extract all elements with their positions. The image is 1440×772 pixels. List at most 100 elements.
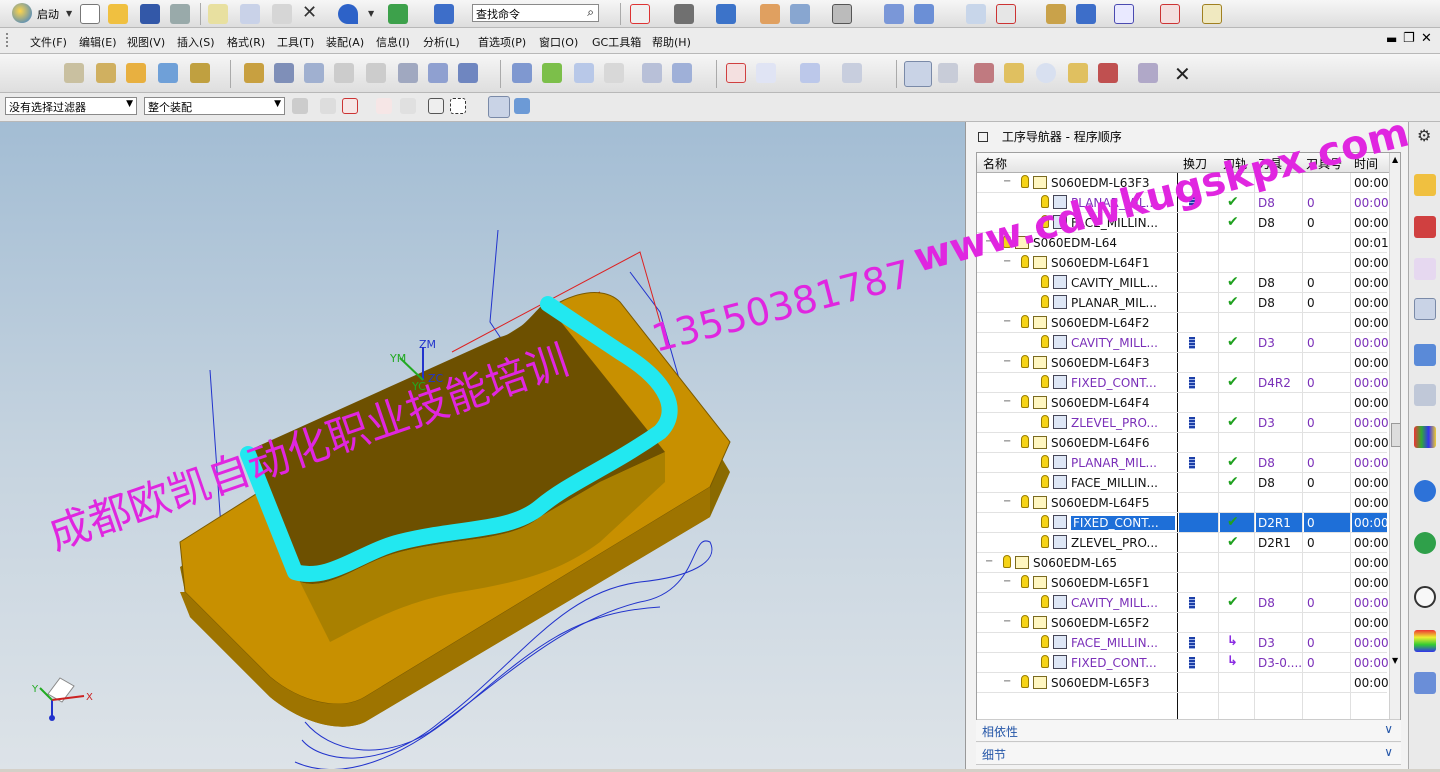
snap-icon[interactable] [1046,4,1066,24]
analysis-color-icon[interactable] [1414,630,1436,652]
collapse-icon[interactable]: − [985,556,993,567]
navigator-view-icon[interactable] [904,61,932,87]
menu-help[interactable]: 帮助(H) [652,34,691,50]
menu-tools[interactable]: 工具(T) [277,34,314,50]
column-tool-number[interactable]: 刀具号 [1306,155,1342,172]
table-row[interactable]: − S060EDM-L64 00:01 [977,233,1389,253]
method-view-icon[interactable] [1004,63,1024,83]
program-sheet-icon[interactable] [672,63,692,83]
postprocess-icon[interactable] [398,63,418,83]
table-row[interactable]: PLANAR_MIL... ✔ D8 0 00:00 [977,453,1389,473]
point-snap-icon[interactable] [376,98,392,114]
path-display-2-icon[interactable] [756,63,776,83]
create-operation-icon[interactable] [190,63,210,83]
blank-material-icon[interactable] [1068,63,1088,83]
print-icon[interactable] [170,4,190,24]
menu-insert[interactable]: 插入(S) [177,34,215,50]
start-button-label[interactable]: 启动 [37,6,59,22]
table-row[interactable]: − S060EDM-L64F4 00:00 [977,393,1389,413]
undo-icon[interactable] [338,4,358,24]
tool-sort-icon[interactable] [542,63,562,83]
table-row[interactable]: ZLEVEL_PRO... ✔ D2R1 0 00:00 [977,533,1389,553]
fit-view-icon[interactable] [630,4,650,24]
collapse-icon[interactable]: − [1003,496,1011,507]
constraint-navigator-icon[interactable] [1414,216,1436,238]
collapse-icon[interactable]: − [1003,616,1011,627]
layer-icon[interactable] [760,4,780,24]
endpoint-icon[interactable] [400,98,416,114]
table-row[interactable]: − S060EDM-L65F3 00:00 [977,673,1389,693]
cancel-icon[interactable]: ✕ [1174,62,1191,86]
menu-analysis[interactable]: 分析(L) [423,34,460,50]
history-icon[interactable] [1414,480,1436,502]
navigator-table[interactable]: 名称 换刀 刀轨 刀具 刀具号 时间 − S060EDM-L63F3 00:00 PL… [976,152,1401,738]
shaded-view-icon[interactable] [514,98,530,114]
reuse-library-icon[interactable] [1414,384,1436,406]
hexagon-icon[interactable] [428,98,444,114]
settings-icon[interactable]: ⚙ [1417,126,1431,145]
menu-window[interactable]: 窗口(O) [539,34,578,50]
scroll-down-icon[interactable]: ▼ [1392,656,1398,665]
menu-format[interactable]: 格式(R) [227,34,265,50]
generate-toolpath-icon[interactable] [244,63,264,83]
table-row[interactable]: FACE_MILLIN... ✔ D8 0 00:00 [977,473,1389,493]
table-row[interactable]: − S060EDM-L64F2 00:00 [977,313,1389,333]
machine-view-icon[interactable] [938,63,958,83]
csys-icon[interactable] [996,4,1016,24]
start-menu-icon[interactable] [12,3,32,23]
menu-preferences[interactable]: 首选项(P) [478,34,526,50]
point-icon[interactable] [1160,4,1180,24]
output-cls-icon[interactable] [458,63,478,83]
collapse-icon[interactable]: − [1003,576,1011,587]
details-panel-header[interactable]: 细节 ∨ [976,743,1401,765]
table-row[interactable]: FIXED_CONT... ↳ D3-0.... 0 00:00 [977,653,1389,673]
box-select-icon[interactable] [342,98,358,114]
geometry-view-icon[interactable] [974,63,994,83]
open-folder-icon[interactable] [108,4,128,24]
create-program-icon[interactable] [64,63,84,83]
save-icon[interactable] [140,4,160,24]
delete-icon[interactable]: ✕ [302,2,317,23]
menu-information[interactable]: 信息(I) [376,34,410,50]
window-close-icon[interactable]: ✕ [1421,31,1432,46]
operation-navigator-icon[interactable] [1414,298,1436,320]
update-icon[interactable] [388,4,408,24]
measure-icon[interactable] [1076,4,1096,24]
orient-view-icon[interactable] [716,4,736,24]
assign-icon[interactable] [1138,63,1158,83]
cut-icon[interactable] [208,4,228,24]
machine-navigator-icon[interactable] [1414,344,1436,366]
table-row[interactable]: − S060EDM-L64F5 00:00 [977,493,1389,513]
table-row[interactable]: FACE_MILLIN... ✔ D8 0 00:00 [977,213,1389,233]
simulate-machine-icon[interactable] [366,63,386,83]
feed-rate-icon[interactable] [574,63,594,83]
palette-icon[interactable] [1414,426,1436,448]
start-dropdown-icon[interactable]: ▼ [66,9,72,18]
column-toolpath[interactable]: 刀轨 [1223,155,1247,172]
table-row[interactable]: FIXED_CONT... ✔ D2R1 0 00:00 [977,513,1389,533]
column-name[interactable]: 名称 [983,155,1007,172]
part-navigator-icon[interactable] [1414,258,1436,280]
background-icon[interactable] [832,4,852,24]
object-properties-icon[interactable] [642,63,662,83]
paste-icon[interactable] [272,4,292,24]
ops-list-icon[interactable] [512,63,532,83]
collapse-icon[interactable]: − [1003,396,1011,407]
shop-doc-icon[interactable] [428,63,448,83]
collapse-icon[interactable]: − [1003,176,1011,187]
new-file-icon[interactable] [80,4,100,24]
scroll-thumb[interactable] [1391,423,1400,447]
collapse-icon[interactable]: − [985,236,993,247]
table-row[interactable]: CAVITY_MILL... ✔ D3 0 00:00 [977,333,1389,353]
column-tool[interactable]: 刀具 [1258,155,1282,172]
clock-icon[interactable] [1414,586,1436,608]
menu-file[interactable]: 文件(F) [30,34,67,50]
ruler-icon[interactable] [1202,4,1222,24]
table-row[interactable]: − S060EDM-L65F1 00:00 [977,573,1389,593]
table-row[interactable]: CAVITY_MILL... ✔ D8 0 00:00 [977,273,1389,293]
path-display-4-icon[interactable] [842,63,862,83]
table-row[interactable]: FIXED_CONT... ✔ D4R2 0 00:00 [977,373,1389,393]
scroll-up-icon[interactable]: ▲ [1392,155,1398,164]
find-icon[interactable] [1036,63,1056,83]
table-row[interactable]: − S060EDM-L64F3 00:00 [977,353,1389,373]
